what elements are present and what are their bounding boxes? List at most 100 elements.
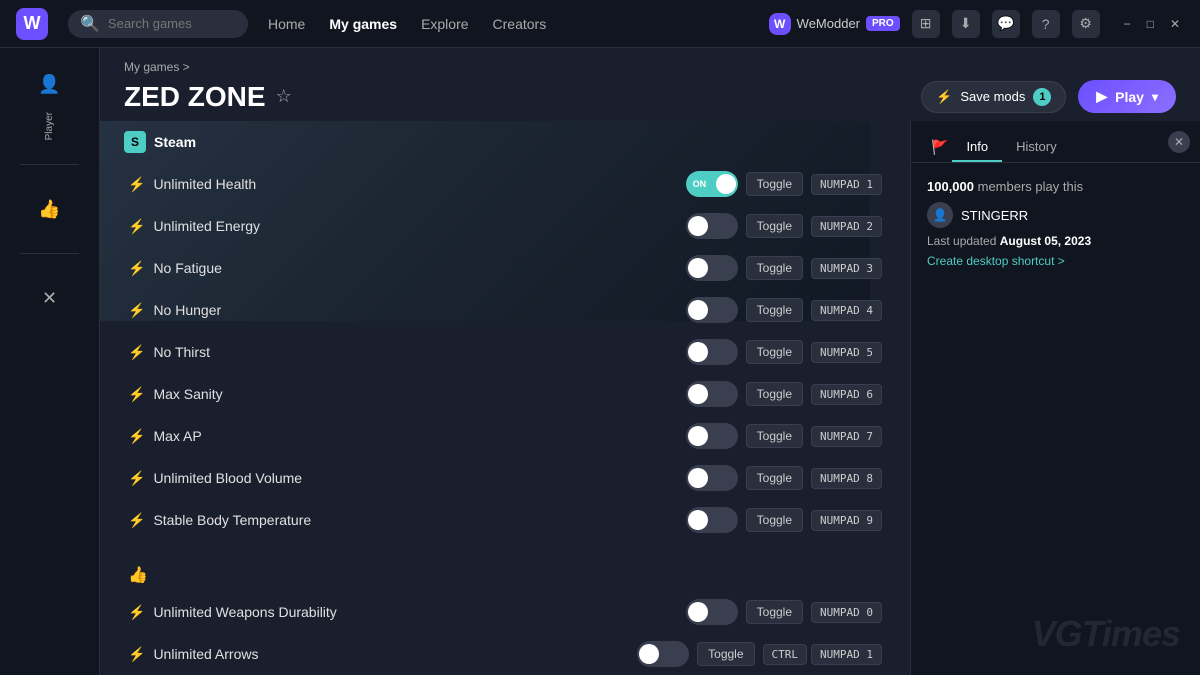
mod-toggle[interactable]: ON — [686, 171, 738, 197]
section-separator-1 — [116, 541, 894, 557]
bolt-icon: ⚡ — [128, 386, 145, 403]
play-button[interactable]: ▶ Play ▾ — [1078, 80, 1176, 113]
search-bar[interactable]: 🔍 — [68, 10, 248, 38]
info-panel: 🚩 Info History ✕ 100,000 members play th… — [910, 121, 1200, 675]
toggle-switch[interactable] — [686, 171, 738, 197]
save-mods-button[interactable]: ⚡ Save mods 1 — [921, 81, 1066, 113]
maximize-button[interactable]: □ — [1143, 17, 1158, 31]
info-tab-flag-icon: 🚩 — [927, 133, 952, 162]
mod-toggle[interactable] — [686, 339, 738, 365]
mod-name: Unlimited Health — [153, 176, 677, 192]
toggle-switch[interactable] — [637, 641, 689, 667]
mod-name: No Fatigue — [153, 260, 677, 276]
toggle-switch[interactable] — [686, 381, 738, 407]
toggle-knob — [688, 384, 708, 404]
toggle-button[interactable]: Toggle — [746, 214, 803, 238]
mod-row: ⚡ No Hunger Toggle NUMPAD 4 — [116, 289, 894, 331]
nav-right-section: W WeModder PRO ⊞ ⬇ 💬 ? ⚙ − □ ✕ — [769, 10, 1184, 38]
mod-toggle[interactable] — [686, 213, 738, 239]
members-count-text: 100,000 members play this — [927, 179, 1184, 194]
toggle-button[interactable]: Toggle — [746, 508, 803, 532]
toggle-switch[interactable] — [686, 255, 738, 281]
search-input[interactable] — [108, 16, 238, 31]
main-content: My games > ZED ZONE ☆ ⚡ Save mods 1 ▶ Pl… — [100, 48, 1200, 675]
numpad-key: NUMPAD 6 — [811, 384, 882, 405]
mod-name: Max Sanity — [153, 386, 677, 402]
toggle-switch[interactable] — [686, 339, 738, 365]
mod-toggle[interactable] — [686, 255, 738, 281]
toggle-switch[interactable] — [686, 297, 738, 323]
library-icon[interactable]: ⊞ — [912, 10, 940, 38]
save-mods-label: Save mods — [960, 89, 1025, 104]
bolt-icon: ⚡ — [128, 604, 145, 621]
toggle-switch[interactable] — [686, 599, 738, 625]
toggle-switch[interactable] — [686, 213, 738, 239]
help-icon[interactable]: ? — [1032, 10, 1060, 38]
settings-icon[interactable]: ⚙ — [1072, 10, 1100, 38]
download-icon[interactable]: ⬇ — [952, 10, 980, 38]
close-info-button[interactable]: ✕ — [1168, 131, 1190, 153]
toggle-switch[interactable] — [686, 507, 738, 533]
app-logo: W — [16, 8, 48, 40]
toggle-button[interactable]: Toggle — [746, 340, 803, 364]
minimize-button[interactable]: − — [1120, 17, 1135, 31]
ctrl-key: CTRL — [763, 644, 808, 665]
keyboard-shortcut-group: NUMPAD 4 — [811, 300, 882, 321]
left-sidebar: 👤 Player 👍 ✕ — [0, 48, 100, 675]
toggle-knob — [688, 510, 708, 530]
save-count-badge: 1 — [1033, 88, 1051, 106]
toggle-button[interactable]: Toggle — [746, 600, 803, 624]
toggle-button[interactable]: Toggle — [746, 466, 803, 490]
tab-info[interactable]: Info — [952, 133, 1002, 162]
username: WeModder — [797, 16, 860, 31]
toggle-button[interactable]: Toggle — [697, 642, 754, 666]
breadcrumb[interactable]: My games > — [124, 60, 1176, 74]
bolt-icon: ⚡ — [128, 428, 145, 445]
keyboard-shortcut-group: CTRL NUMPAD 1 — [763, 644, 882, 665]
bolt-icon: ⚡ — [128, 646, 145, 663]
nav-my-games[interactable]: My games — [329, 16, 397, 32]
toggle-button[interactable]: Toggle — [746, 424, 803, 448]
bolt-icon: ⚡ — [128, 218, 145, 235]
toggle-button[interactable]: Toggle — [746, 382, 803, 406]
sidebar-player-icon[interactable]: 👤 — [30, 64, 70, 104]
discord-icon[interactable]: 💬 — [992, 10, 1020, 38]
favorite-star-icon[interactable]: ☆ — [276, 86, 292, 107]
numpad-key: NUMPAD 2 — [811, 216, 882, 237]
sidebar-weapon-icon[interactable]: 👍 — [30, 189, 70, 229]
last-updated-date: August 05, 2023 — [1000, 234, 1091, 248]
player-mods-list: ⚡ Unlimited Health ON Toggle NUMPAD 1 ⚡ … — [116, 163, 894, 541]
toggle-button[interactable]: Toggle — [746, 256, 803, 280]
keyboard-shortcut-group: NUMPAD 3 — [811, 258, 882, 279]
mod-toggle[interactable] — [686, 297, 738, 323]
platform-label: Steam — [154, 134, 196, 150]
updater-row: 👤 STINGERR — [927, 202, 1184, 228]
mod-toggle[interactable] — [686, 599, 738, 625]
toggle-knob — [688, 602, 708, 622]
sidebar-divider-2 — [20, 253, 79, 254]
mod-toggle[interactable] — [637, 641, 689, 667]
numpad-key: NUMPAD 7 — [811, 426, 882, 447]
mod-toggle[interactable] — [686, 465, 738, 491]
mod-row: ⚡ Unlimited Energy Toggle NUMPAD 2 — [116, 205, 894, 247]
toggle-switch[interactable] — [686, 423, 738, 449]
nav-home[interactable]: Home — [268, 16, 305, 32]
toggle-button[interactable]: Toggle — [746, 298, 803, 322]
sidebar-weapon-section: 👍 — [30, 189, 70, 229]
tab-history[interactable]: History — [1002, 133, 1070, 162]
mod-toggle[interactable] — [686, 381, 738, 407]
page-title-row: ZED ZONE ☆ — [124, 81, 292, 113]
bolt-icon: ⚡ — [128, 512, 145, 529]
mod-toggle[interactable] — [686, 423, 738, 449]
mod-name: Unlimited Arrows — [153, 646, 629, 662]
nav-explore[interactable]: Explore — [421, 16, 468, 32]
toggle-switch[interactable] — [686, 465, 738, 491]
create-shortcut-link[interactable]: Create desktop shortcut > — [927, 254, 1184, 268]
mod-toggle[interactable] — [686, 507, 738, 533]
toggle-button[interactable]: Toggle — [746, 172, 803, 196]
main-navigation: Home My games Explore Creators — [268, 16, 749, 32]
keyboard-shortcut-group: NUMPAD 0 — [811, 602, 882, 623]
sidebar-speed-icon[interactable]: ✕ — [30, 278, 70, 318]
nav-creators[interactable]: Creators — [493, 16, 547, 32]
close-button[interactable]: ✕ — [1166, 17, 1184, 31]
